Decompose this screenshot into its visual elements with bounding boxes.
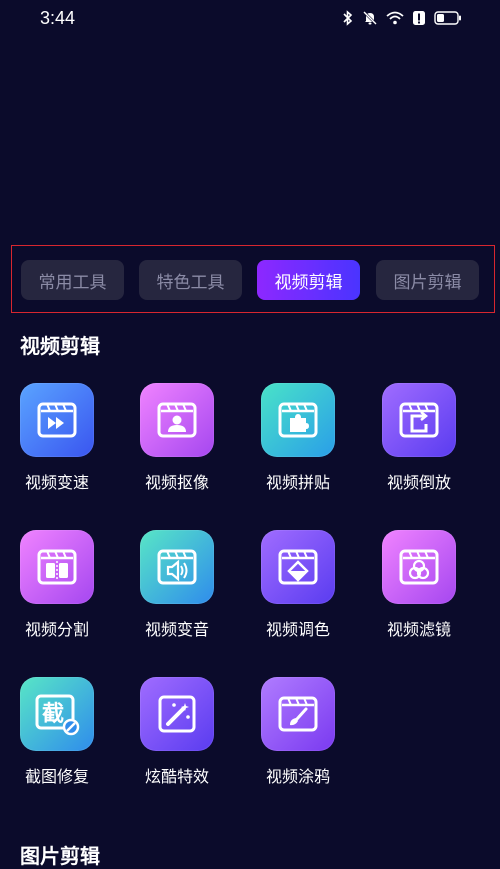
battery-icon bbox=[434, 11, 461, 25]
tab-featured-tools[interactable]: 特色工具 bbox=[139, 260, 242, 300]
alert-icon bbox=[413, 11, 425, 25]
screenshot-glyph: 截 bbox=[42, 702, 65, 727]
section-title-image: 图片剪辑 bbox=[20, 844, 100, 868]
section-title-video: 视频剪辑 bbox=[20, 334, 100, 358]
color-icon bbox=[261, 530, 335, 604]
puzzle-icon bbox=[261, 383, 335, 457]
tool-label: 视频滤镜 bbox=[386, 620, 451, 639]
tool-label: 炫酷特效 bbox=[144, 767, 209, 786]
tool-label: 视频调色 bbox=[265, 620, 330, 639]
portrait-icon bbox=[140, 383, 214, 457]
screenshot-repair-icon: 截 bbox=[20, 677, 94, 751]
tool-label: 视频变音 bbox=[144, 620, 209, 639]
tool-video-color-grade[interactable]: 视频调色 bbox=[243, 530, 353, 650]
wifi-icon bbox=[386, 11, 404, 25]
status-time: 3:44 bbox=[40, 8, 76, 28]
speaker-icon bbox=[140, 530, 214, 604]
tool-video-speed[interactable]: 视频变速 bbox=[2, 383, 112, 503]
tool-label: 视频涂鸦 bbox=[265, 767, 330, 786]
tool-video-doodle[interactable]: 视频涂鸦 bbox=[243, 677, 353, 797]
tool-label: 视频拼贴 bbox=[265, 473, 330, 492]
reverse-icon bbox=[382, 383, 456, 457]
tool-video-matting[interactable]: 视频抠像 bbox=[122, 383, 232, 503]
tool-category-tabs: 常用工具 特色工具 视频剪辑 图片剪辑 bbox=[11, 245, 495, 313]
tool-video-split[interactable]: 视频分割 bbox=[2, 530, 112, 650]
tool-video-reverse[interactable]: 视频倒放 bbox=[364, 383, 474, 503]
mute-bell-icon bbox=[363, 11, 377, 25]
tool-video-filter[interactable]: 视频滤镜 bbox=[364, 530, 474, 650]
tool-label: 视频抠像 bbox=[144, 473, 209, 492]
status-bar: 3:44 bbox=[0, 0, 500, 40]
filter-icon bbox=[382, 530, 456, 604]
brush-icon bbox=[261, 677, 335, 751]
tool-label: 截图修复 bbox=[24, 767, 89, 786]
fast-forward-icon bbox=[20, 383, 94, 457]
status-icons bbox=[342, 10, 462, 26]
tool-video-voice-change[interactable]: 视频变音 bbox=[122, 530, 232, 650]
tool-screenshot-repair[interactable]: 截 截图修复 bbox=[2, 677, 112, 797]
magic-wand-icon bbox=[140, 677, 214, 751]
tool-video-collage[interactable]: 视频拼贴 bbox=[243, 383, 353, 503]
split-icon bbox=[20, 530, 94, 604]
tool-label: 视频分割 bbox=[24, 620, 89, 639]
tool-label: 视频变速 bbox=[24, 473, 89, 492]
tool-label: 视频倒放 bbox=[386, 473, 451, 492]
tab-common-tools[interactable]: 常用工具 bbox=[21, 260, 124, 300]
tab-image-editing[interactable]: 图片剪辑 bbox=[376, 260, 479, 300]
tab-video-editing[interactable]: 视频剪辑 bbox=[257, 260, 360, 300]
tool-cool-effects[interactable]: 炫酷特效 bbox=[122, 677, 232, 797]
bluetooth-icon bbox=[343, 10, 353, 26]
